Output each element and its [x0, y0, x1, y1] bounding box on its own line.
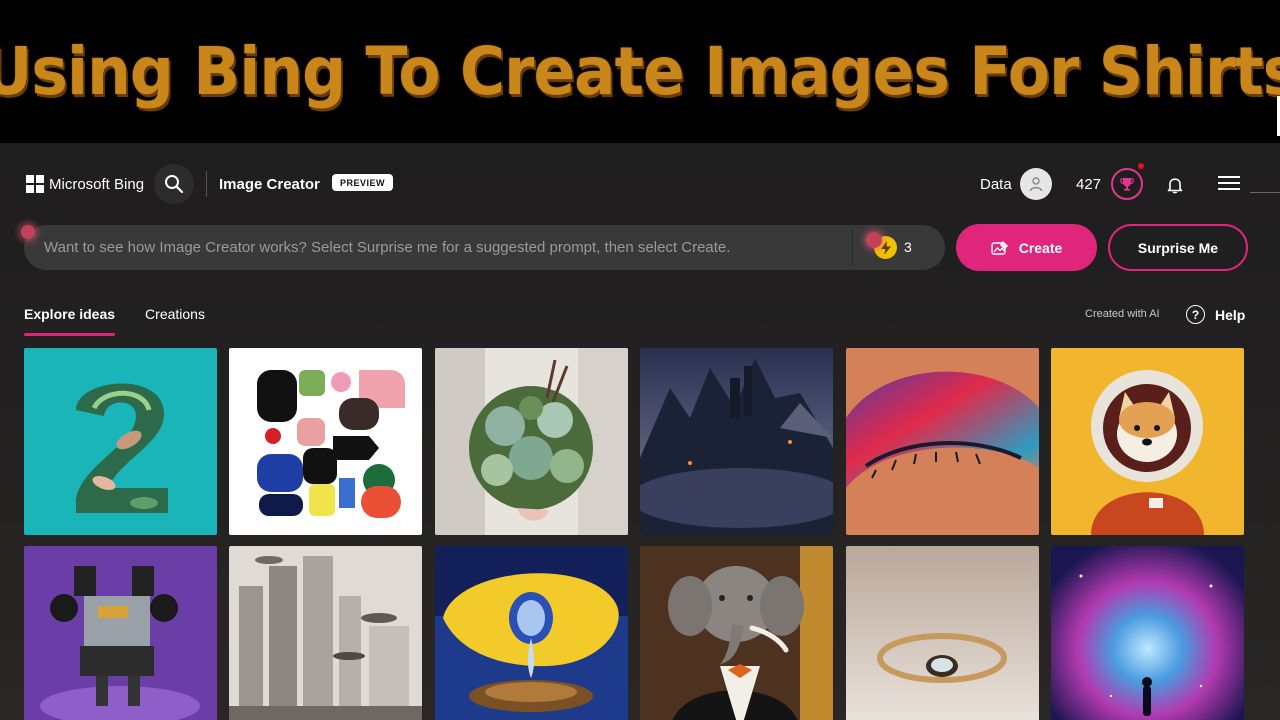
thumbnail-lemon-droplet[interactable] [435, 546, 628, 720]
trophy-icon [1120, 178, 1134, 191]
banner-title: Using Bing To Create Images For Shirts [0, 33, 1280, 110]
rewards-points[interactable]: 427 [1076, 176, 1101, 193]
person-icon [1029, 177, 1043, 192]
create-image-icon [991, 240, 1008, 255]
notification-dot [1138, 163, 1144, 169]
top-header: Microsoft Bing Image Creator PREVIEW Dat… [0, 143, 1280, 223]
lemon-droplet-image [435, 546, 628, 720]
create-button[interactable]: Create [956, 224, 1097, 271]
elephant-in-suit-image [640, 546, 833, 720]
abstract-shapes-image [229, 348, 422, 535]
header-edge-line [1250, 192, 1280, 193]
tab-creations[interactable]: Creations [145, 306, 205, 336]
thumbnail-robot[interactable] [24, 546, 217, 720]
shiba-astronaut-image [1051, 348, 1244, 535]
search-icon [165, 175, 184, 194]
cursor-highlight-left [21, 225, 35, 239]
hamburger-menu-button[interactable] [1216, 172, 1242, 194]
prompt-divider [852, 229, 853, 266]
notifications-button[interactable] [1164, 174, 1186, 196]
video-title-banner: Using Bing To Create Images For Shirts [0, 0, 1280, 143]
created-with-ai-note: Created with AI [1085, 308, 1160, 320]
boost-count: 3 [904, 239, 912, 255]
thumbnail-abstract-shapes[interactable] [229, 348, 422, 535]
cursor-highlight-right [866, 232, 882, 248]
surprise-me-button[interactable]: Surprise Me [1108, 224, 1248, 271]
help-icon[interactable]: ? [1186, 305, 1205, 324]
thumbnail-cosmic-nebula[interactable] [1051, 546, 1244, 720]
user-name[interactable]: Data [980, 176, 1012, 193]
microsoft-bing-logo[interactable]: Microsoft Bing [26, 175, 144, 193]
prompt-bar: 3 [24, 225, 945, 270]
windows-logo-icon [26, 175, 44, 193]
brand-label: Microsoft Bing [49, 175, 145, 193]
thumbnail-shiba-astronaut[interactable] [1051, 348, 1244, 535]
create-label: Create [1018, 239, 1063, 256]
thumbnail-number-two[interactable] [24, 348, 217, 535]
thumbnail-eye-makeup[interactable] [846, 348, 1039, 535]
image-creator-app: Microsoft Bing Image Creator PREVIEW Dat… [0, 143, 1280, 720]
hamburger-icon [1218, 176, 1240, 190]
dark-castle-image [640, 348, 833, 535]
thumbnail-gold-ring[interactable] [846, 546, 1039, 720]
help-link[interactable]: Help [1215, 307, 1245, 323]
explore-ideas-gallery [24, 348, 1246, 720]
cosmic-nebula-image [1051, 546, 1244, 720]
header-divider [206, 171, 207, 197]
search-button[interactable] [154, 164, 194, 204]
succulent-bouquet-image [435, 348, 628, 535]
gold-ring-image [846, 546, 1039, 720]
thumbnail-foggy-city[interactable] [229, 546, 422, 720]
bell-icon [1167, 178, 1183, 194]
tab-explore-ideas[interactable]: Explore ideas [24, 306, 116, 336]
user-avatar[interactable] [1020, 168, 1052, 200]
gallery-tabs: Explore ideas Creations [24, 306, 205, 336]
preview-badge: PREVIEW [332, 174, 394, 191]
eye-makeup-image [846, 348, 1039, 535]
foggy-city-image [229, 546, 422, 720]
robot-on-purple-image [24, 546, 217, 720]
prompt-input[interactable] [44, 225, 854, 270]
thumbnail-dark-castle[interactable] [640, 348, 833, 535]
app-title[interactable]: Image Creator [219, 176, 320, 193]
number-two-leaves-image [24, 348, 217, 535]
thumbnail-elephant-suit[interactable] [640, 546, 833, 720]
thumbnail-succulent-bouquet[interactable] [435, 348, 628, 535]
rewards-button[interactable] [1111, 168, 1143, 200]
